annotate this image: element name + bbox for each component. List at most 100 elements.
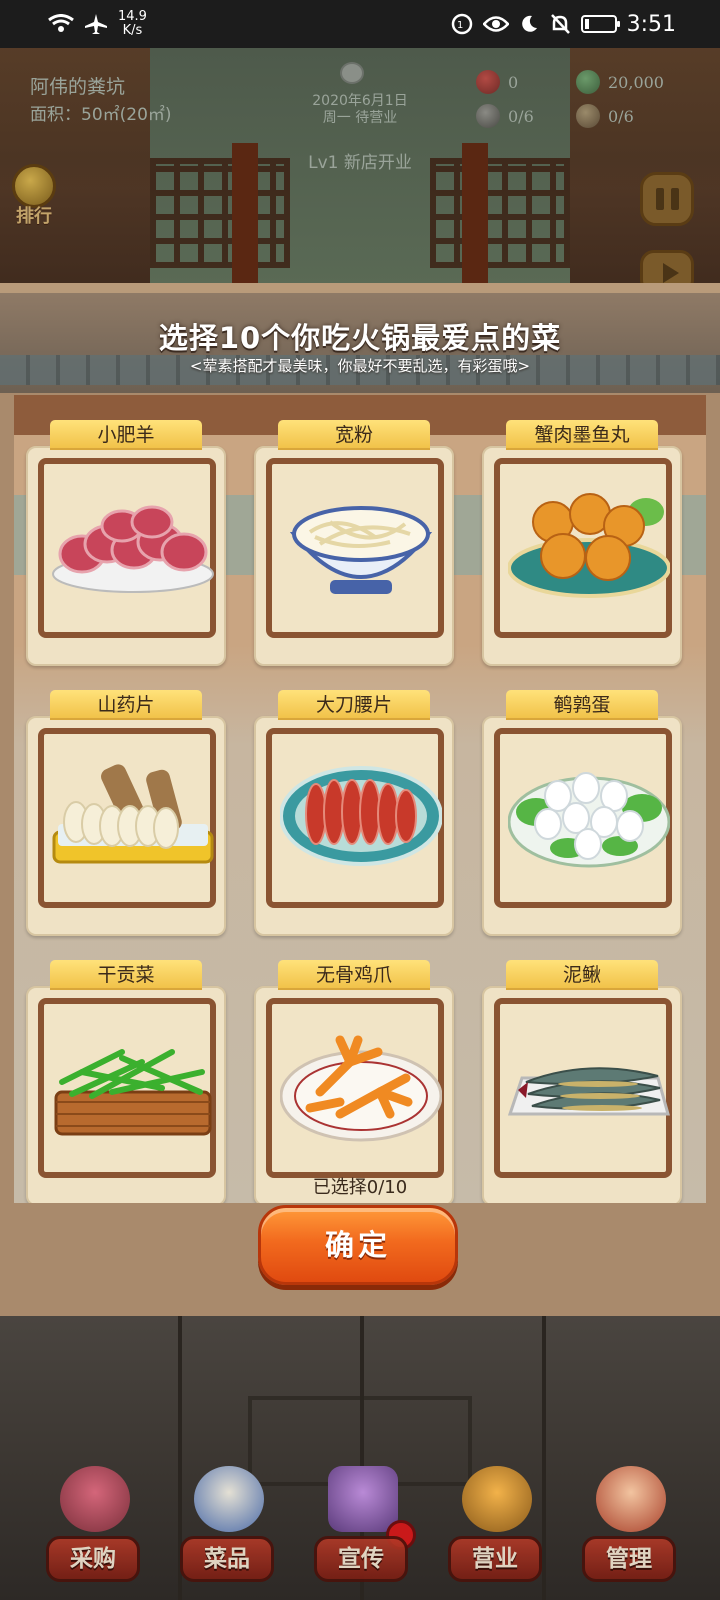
dish-card-frame xyxy=(482,716,682,936)
clapper-icon xyxy=(328,1466,398,1532)
pause-icon xyxy=(655,188,664,210)
wifi-icon xyxy=(48,14,74,32)
dish-card[interactable]: 无骨鸡爪 xyxy=(254,960,454,1203)
dish-name: 蟹肉墨鱼丸 xyxy=(506,420,658,450)
dialog-header: 选择10个你吃火锅最爱点的菜 <荤素搭配才最美味，你最好不要乱选，有彩蛋哦> xyxy=(0,293,720,393)
manager-girl-icon xyxy=(596,1466,666,1532)
dish-card-frame xyxy=(482,986,682,1203)
level-title: Lv1 新店开业 xyxy=(308,153,412,173)
status-line: 周一 待营业 xyxy=(322,110,398,126)
bell-cloche-icon xyxy=(462,1466,532,1532)
nav-business-label: 营业 xyxy=(448,1536,542,1582)
dish-card[interactable]: 干贡菜 xyxy=(26,960,226,1203)
pig-icon xyxy=(340,62,364,84)
shop-name: 阿伟的粪坑 xyxy=(30,76,126,98)
selection-counter: 已选择0/10 xyxy=(312,1177,408,1198)
dish-card-inner xyxy=(494,998,672,1178)
scene-lattice-right xyxy=(430,158,570,268)
tomato-icon xyxy=(476,70,500,94)
nav-promotion-label: 宣传 xyxy=(314,1536,408,1582)
kidney-slices-icon xyxy=(280,766,442,866)
loach-fish-icon xyxy=(508,1067,670,1116)
pause-button[interactable] xyxy=(640,172,694,226)
dish-card[interactable]: 宽粉 xyxy=(254,420,454,666)
dish-card-frame xyxy=(26,446,226,666)
nav-purchase-label: 采购 xyxy=(46,1536,140,1582)
dish-grid: 小肥羊 宽粉 蟹肉墨鱼丸 山药片 大刀腰片 鹌鹑蛋 干贡菜 无骨鸡爪 泥鳅 xyxy=(14,395,706,1203)
dish-card-inner xyxy=(38,458,216,638)
dish-card-inner xyxy=(266,998,444,1178)
network-speed-value: 14.9 xyxy=(118,9,147,24)
yam-slices-icon xyxy=(52,764,214,864)
nav-promotion[interactable]: 宣传 xyxy=(306,1460,416,1600)
dialog-title: 选择10个你吃火锅最爱点的菜 xyxy=(158,321,562,355)
dish-card[interactable]: 小肥羊 xyxy=(26,420,226,666)
date-line: 2020年6月1日 xyxy=(312,93,408,109)
dish-name: 小肥羊 xyxy=(50,420,202,450)
dish-card-inner xyxy=(266,728,444,908)
resource-tomato-value: 0 xyxy=(508,72,519,92)
game-date: 2020年6月1日 周一 待营业 xyxy=(290,93,430,127)
scene-post-right xyxy=(462,143,488,293)
battery-icon xyxy=(580,15,620,33)
scene-post-left xyxy=(232,143,258,293)
moon-icon xyxy=(521,15,537,32)
lamb-slices-icon xyxy=(52,505,214,593)
dish-card-inner xyxy=(494,458,672,638)
dish-card-frame xyxy=(254,446,454,666)
resource-cash-value: 20,000 xyxy=(608,72,664,92)
resource-chef: 0/6 xyxy=(476,104,534,128)
shop-area: 面积：50㎡(20㎡) xyxy=(30,105,172,125)
nav-management-label: 管理 xyxy=(582,1536,676,1582)
nav-purchase[interactable]: 采购 xyxy=(38,1460,148,1600)
dish-selection-dialog: 选择10个你吃火锅最爱点的菜 <荤素搭配才最美味，你最好不要乱选，有彩蛋哦> 小… xyxy=(0,283,720,1316)
resource-table-value: 0/6 xyxy=(608,106,634,126)
chef-icon xyxy=(476,104,500,128)
quail-eggs-icon xyxy=(508,772,670,868)
nav-business[interactable]: 营业 xyxy=(440,1460,550,1600)
shop-stall-icon xyxy=(60,1466,130,1532)
scene-lattice-left xyxy=(150,158,290,268)
mute-bell-icon xyxy=(550,14,570,34)
dish-card-frame xyxy=(482,446,682,666)
dish-card-frame xyxy=(254,716,454,936)
dish-name: 山药片 xyxy=(50,690,202,720)
dish-card-frame xyxy=(26,986,226,1203)
dish-card[interactable]: 泥鳅 xyxy=(482,960,682,1203)
eye-comfort-icon xyxy=(482,16,509,32)
wide-noodles-icon xyxy=(289,506,433,594)
dish-name: 无骨鸡爪 xyxy=(278,960,430,990)
resource-cash: 20,000 xyxy=(576,70,664,94)
dish-card[interactable]: 蟹肉墨鱼丸 xyxy=(482,420,682,666)
status-bar: 14.9 K/s 1 3:51 xyxy=(0,0,720,48)
dish-card[interactable]: 山药片 xyxy=(26,690,226,936)
dish-name: 干贡菜 xyxy=(50,960,202,990)
cash-icon xyxy=(576,70,600,94)
confirm-button[interactable]: 确定 xyxy=(258,1205,458,1285)
dish-card-frame xyxy=(254,986,454,1203)
resource-table: 0/6 xyxy=(576,104,634,128)
table-icon xyxy=(576,104,600,128)
dish-card[interactable]: 大刀腰片 xyxy=(254,690,454,936)
dish-card-frame xyxy=(26,716,226,936)
data-saver-icon: 1 xyxy=(451,13,472,35)
nav-management[interactable]: 管理 xyxy=(574,1460,684,1600)
rank-button[interactable]: 排行 xyxy=(6,164,62,228)
dish-card[interactable]: 鹌鹑蛋 xyxy=(482,690,682,936)
nav-dishes-label: 菜品 xyxy=(180,1536,274,1582)
network-speed-unit: K/s xyxy=(122,23,143,38)
dish-name: 宽粉 xyxy=(278,420,430,450)
nav-dishes[interactable]: 菜品 xyxy=(172,1460,282,1600)
dish-card-inner xyxy=(38,998,216,1178)
rank-label: 排行 xyxy=(16,206,52,227)
fish-balls-icon xyxy=(508,493,670,598)
chicken-feet-icon xyxy=(280,1035,442,1142)
dish-name: 泥鳅 xyxy=(506,960,658,990)
dish-name: 大刀腰片 xyxy=(278,690,430,720)
dish-card-inner xyxy=(38,728,216,908)
status-left: 14.9 K/s xyxy=(48,10,147,38)
network-speed: 14.9 K/s xyxy=(118,10,147,38)
dish-name: 鹌鹑蛋 xyxy=(506,690,658,720)
svg-text:1: 1 xyxy=(457,20,463,31)
dish-card-inner xyxy=(266,458,444,638)
